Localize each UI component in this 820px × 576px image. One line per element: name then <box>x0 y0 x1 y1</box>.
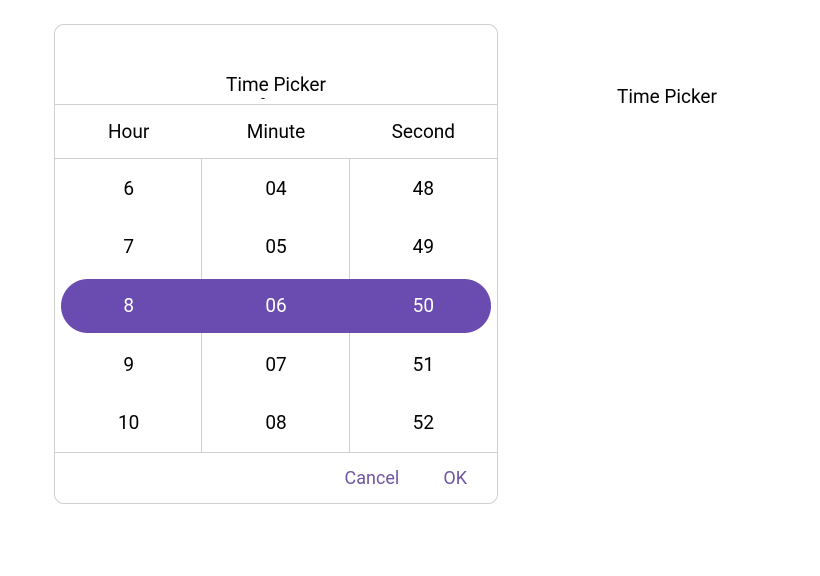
dialog-footer: Cancel OK <box>55 453 497 503</box>
hour-column-header: Hour <box>55 105 202 158</box>
second-column-header: Second <box>350 105 497 158</box>
second-option[interactable]: 49 <box>350 218 497 277</box>
minute-option[interactable]: 08 <box>202 393 349 452</box>
hour-option[interactable]: 9 <box>55 335 202 394</box>
hour-option-selected[interactable]: 8 <box>55 276 202 335</box>
minute-option[interactable]: 04 <box>202 159 349 218</box>
hour-option[interactable]: 6 <box>55 159 202 218</box>
callout-label: Time Picker <box>617 85 717 108</box>
minute-column[interactable]: 04 05 06 07 08 <box>202 159 349 452</box>
hour-option[interactable]: 10 <box>55 393 202 452</box>
hour-option[interactable]: 7 <box>55 218 202 277</box>
minute-option-selected[interactable]: 06 <box>202 276 349 335</box>
ok-button[interactable]: OK <box>443 468 467 489</box>
dialog-title: Time Picker <box>226 73 326 96</box>
column-headers: Hour Minute Second <box>55 105 497 159</box>
second-column[interactable]: 48 49 50 51 52 <box>350 159 497 452</box>
dialog-header: Time Picker <box>55 25 497 105</box>
minute-column-header: Minute <box>202 105 349 158</box>
hour-column[interactable]: 6 7 8 9 10 <box>55 159 202 452</box>
second-option[interactable]: 52 <box>350 393 497 452</box>
second-option-selected[interactable]: 50 <box>350 276 497 335</box>
minute-option[interactable]: 07 <box>202 335 349 394</box>
second-option[interactable]: 48 <box>350 159 497 218</box>
cancel-button[interactable]: Cancel <box>345 468 400 489</box>
second-option[interactable]: 51 <box>350 335 497 394</box>
picker-body: 6 7 8 9 10 04 05 06 07 08 48 49 50 51 52 <box>55 159 497 453</box>
time-picker-dialog: Time Picker Hour Minute Second 6 7 8 9 1… <box>54 24 498 504</box>
minute-option[interactable]: 05 <box>202 218 349 277</box>
